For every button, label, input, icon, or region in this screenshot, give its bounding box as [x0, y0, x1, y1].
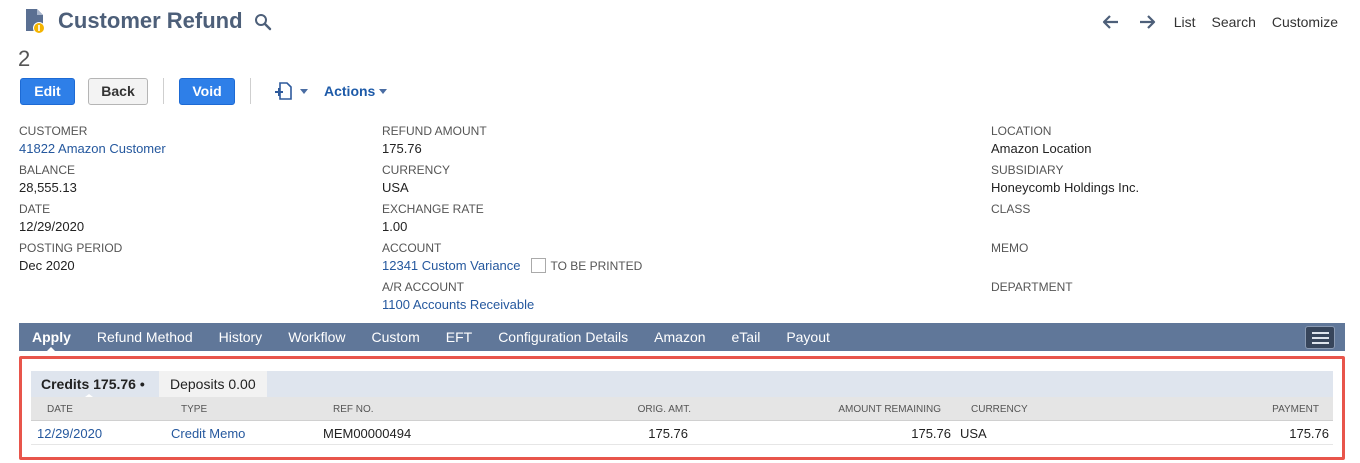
department-field: DEPARTMENT — [991, 280, 1073, 313]
field-label: POSTING PERIOD — [19, 241, 123, 255]
toolbar-divider — [250, 78, 251, 104]
tab-payout[interactable]: Payout — [786, 329, 830, 345]
row-orig-amt: 175.76 — [648, 426, 688, 441]
location-field: LOCATION Amazon Location — [991, 124, 1091, 157]
page-title: Customer Refund — [58, 8, 243, 33]
field-label: BALANCE — [19, 163, 76, 177]
table-row[interactable]: 12/29/2020 Credit Memo MEM00000494 175.7… — [31, 421, 1333, 445]
tab-amazon[interactable]: Amazon — [654, 329, 705, 345]
customer-refund-record-icon — [26, 9, 45, 34]
date-value: 12/29/2020 — [19, 219, 85, 234]
column-header-ref-no[interactable]: REF NO. — [333, 404, 374, 415]
field-label: MEMO — [991, 241, 1029, 255]
sublist-header: DATE TYPE REF NO. ORIG. AMT. AMOUNT REMA… — [31, 397, 1333, 421]
refund-amount-field: REFUND AMOUNT 175.76 — [382, 124, 487, 157]
column-header-currency[interactable]: CURRENCY — [971, 404, 1028, 415]
memo-value — [991, 257, 1028, 274]
tab-refund-method[interactable]: Refund Method — [97, 329, 193, 345]
column-header-date[interactable]: DATE — [47, 404, 73, 415]
actions-label: Actions — [324, 83, 376, 99]
field-label: CUSTOMER — [19, 124, 88, 138]
row-ref-no: MEM00000494 — [323, 426, 412, 441]
list-link[interactable]: List — [1174, 14, 1196, 30]
chevron-down-icon — [300, 88, 308, 94]
ar-account-field: A/R ACCOUNT 1100 Accounts Receivable — [382, 280, 534, 313]
tab-configuration-details[interactable]: Configuration Details — [498, 329, 628, 345]
location-value: Amazon Location — [991, 141, 1092, 156]
actions-menu[interactable]: Actions — [324, 83, 388, 99]
record-number: 2 — [18, 46, 31, 71]
field-label: REFUND AMOUNT — [382, 124, 487, 138]
class-field: CLASS — [991, 202, 1030, 235]
subsidiary-value: Honeycomb Holdings Inc. — [991, 180, 1140, 195]
field-label: DEPARTMENT — [991, 280, 1073, 294]
field-label: LOCATION — [991, 124, 1052, 138]
action-toolbar: Edit Back Void Actions — [20, 77, 388, 105]
subsidiary-field: SUBSIDIARY Honeycomb Holdings Inc. — [991, 163, 1139, 196]
page-header: Customer Refund List Search Customize — [0, 0, 1360, 44]
class-value — [991, 218, 1030, 235]
chevron-down-icon — [379, 88, 388, 94]
department-value — [991, 296, 1073, 313]
search-link[interactable]: Search — [1212, 14, 1256, 30]
ar-account-link[interactable]: 1100 Accounts Receivable — [382, 296, 534, 313]
column-header-payment[interactable]: PAYMENT — [1221, 404, 1319, 415]
to-be-printed-checkbox[interactable] — [530, 258, 546, 273]
date-field: DATE 12/29/2020 — [19, 202, 84, 235]
row-amount-remaining: 175.76 — [911, 426, 951, 441]
field-label: CLASS — [991, 202, 1031, 216]
toolbar-divider — [163, 78, 164, 104]
to-be-printed-label: TO BE PRINTED — [550, 259, 643, 273]
currency-value: USA — [382, 180, 409, 195]
field-label: ACCOUNT — [382, 241, 442, 255]
customer-field: CUSTOMER 41822 Amazon Customer — [19, 124, 166, 157]
arrow-left-icon[interactable] — [1102, 14, 1120, 30]
column-header-type[interactable]: TYPE — [181, 404, 207, 415]
row-payment[interactable]: 175.76 — [1229, 426, 1329, 441]
customize-link[interactable]: Customize — [1272, 14, 1338, 30]
balance-field: BALANCE 28,555.13 — [19, 163, 77, 196]
column-header-orig-amt[interactable]: ORIG. AMT. — [591, 404, 691, 415]
sublist-tabs: Credits 175.76 • Deposits 0.00 — [31, 371, 1333, 397]
exchange-rate-field: EXCHANGE RATE 1.00 — [382, 202, 484, 235]
posting-period-field: POSTING PERIOD Dec 2020 — [19, 241, 122, 274]
new-record-menu[interactable] — [274, 81, 308, 101]
subtab-bar: Apply Refund Method History Workflow Cus… — [19, 323, 1345, 353]
tab-custom[interactable]: Custom — [372, 329, 420, 345]
row-currency: USA — [960, 426, 987, 441]
account-field: ACCOUNT 12341 Custom Variance TO BE PRINT… — [382, 241, 642, 274]
tab-eft[interactable]: EFT — [446, 329, 472, 345]
expand-collapse-icon[interactable] — [1305, 326, 1335, 349]
tab-etail[interactable]: eTail — [732, 329, 761, 345]
currency-field: CURRENCY USA — [382, 163, 450, 196]
void-button[interactable]: Void — [179, 77, 235, 105]
balance-value: 28,555.13 — [19, 180, 77, 195]
account-value-row: 12341 Custom Variance TO BE PRINTED — [382, 257, 642, 274]
row-date-link[interactable]: 12/29/2020 — [37, 426, 102, 441]
field-label: DATE — [19, 202, 51, 216]
edit-button[interactable]: Edit — [20, 77, 75, 105]
refund-amount-value: 175.76 — [382, 141, 422, 156]
tab-deposits[interactable]: Deposits 0.00 — [159, 371, 267, 397]
field-label: CURRENCY — [382, 163, 451, 177]
customer-link[interactable]: 41822 Amazon Customer — [19, 140, 166, 157]
record-navigation: List Search Customize — [1102, 14, 1338, 30]
memo-field: MEMO — [991, 241, 1028, 274]
search-icon[interactable] — [254, 13, 272, 31]
field-label: SUBSIDIARY — [991, 163, 1064, 177]
account-link[interactable]: 12341 Custom Variance — [382, 258, 521, 273]
row-type-link[interactable]: Credit Memo — [171, 426, 245, 441]
apply-sublist: Credits 175.76 • Deposits 0.00 DATE TYPE… — [19, 356, 1345, 460]
new-document-icon — [275, 82, 292, 100]
tab-apply[interactable]: Apply — [32, 329, 71, 353]
column-header-amount-remaining[interactable]: AMOUNT REMAINING — [821, 404, 941, 415]
posting-period-value: Dec 2020 — [19, 258, 75, 273]
field-label: A/R ACCOUNT — [382, 280, 465, 294]
exchange-rate-value: 1.00 — [382, 219, 408, 234]
field-label: EXCHANGE RATE — [382, 202, 484, 216]
arrow-right-icon[interactable] — [1138, 14, 1156, 30]
back-button[interactable]: Back — [88, 77, 148, 105]
tab-history[interactable]: History — [219, 329, 263, 345]
tab-workflow[interactable]: Workflow — [288, 329, 345, 345]
